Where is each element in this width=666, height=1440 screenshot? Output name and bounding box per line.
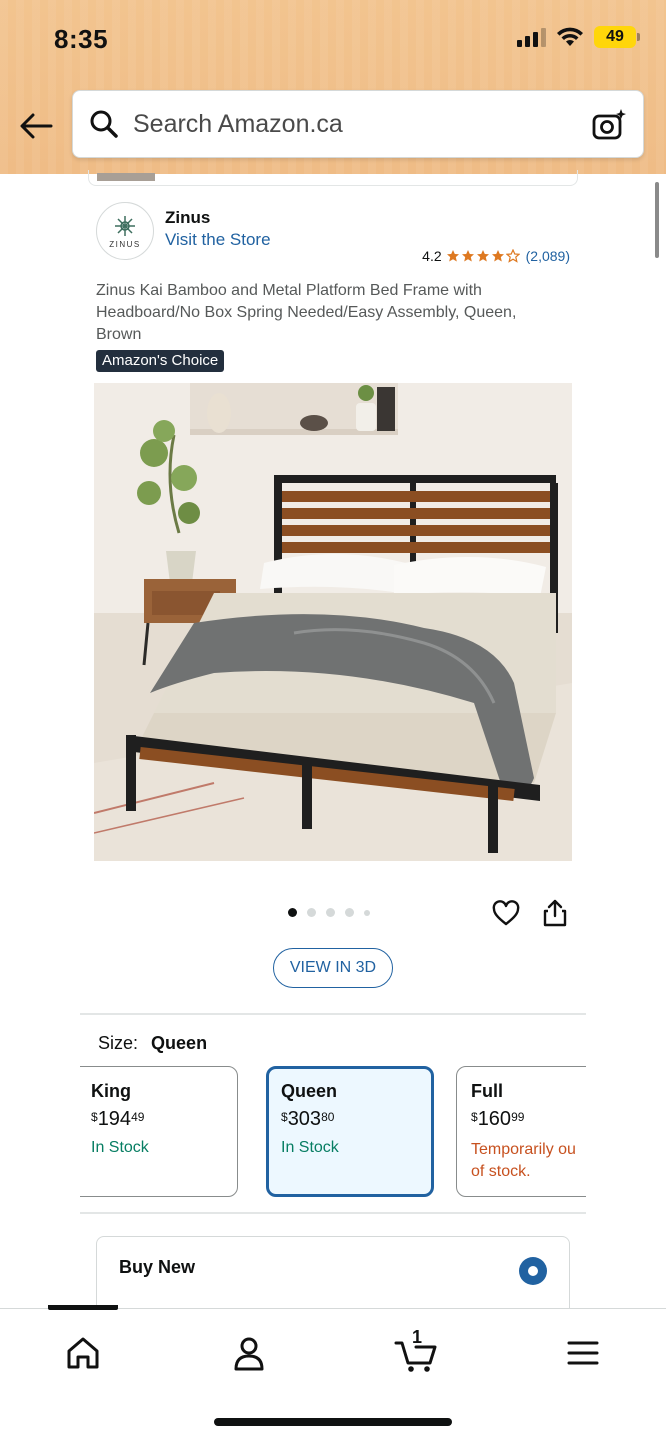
size-option-price: $ 160 99 [471,1108,586,1131]
arrow-left-icon [20,113,53,139]
header: 8:35 49 Search Amazon.ca [0,0,666,174]
home-indicator[interactable] [214,1418,452,1426]
price-cents: 49 [131,1110,145,1124]
stock-status-line: Temporarily ou [471,1141,576,1158]
brand-logo-text: ZINUS [109,240,141,249]
amazons-choice-badge: Amazon's Choice [96,350,225,372]
menu-icon [567,1341,599,1365]
price-dollars: 303 [287,1108,322,1130]
size-option-full[interactable]: Full $ 160 99 Temporarily ou of stock. [456,1066,586,1197]
zinus-logo-icon [115,216,135,236]
currency-symbol: $ [471,1110,478,1124]
visit-store-link[interactable]: Visit the Store [165,230,271,250]
bed-frame-photo [94,383,572,861]
view-in-3d-button[interactable]: VIEW IN 3D [273,948,393,988]
star-full-icon [476,250,489,262]
buy-new-label: Buy New [119,1257,196,1277]
nav-cart[interactable]: 1 [392,1327,442,1375]
currency-symbol: $ [281,1110,288,1124]
size-options: King $ 194 49 In Stock Queen $ 303 80 In… [80,1066,586,1198]
star-full-icon [461,250,474,262]
wifi-icon [557,27,583,46]
heart-icon[interactable] [492,900,520,928]
size-option-name: King [91,1081,131,1101]
pagination-dot[interactable] [364,909,370,916]
search-input[interactable]: Search Amazon.ca [72,90,644,158]
previous-card-image [97,173,155,181]
previous-card [88,170,578,186]
divider [80,1212,586,1214]
product-title: Zinus Kai Bamboo and Metal Platform Bed … [96,282,517,343]
active-tab-indicator [48,1305,118,1310]
stock-status-line: of stock. [471,1163,531,1180]
price-dollars: 194 [97,1108,132,1130]
status-icons: 49 [517,26,640,48]
pagination-dot[interactable] [345,908,354,917]
share-icon[interactable] [542,898,568,928]
camera-search-icon[interactable] [591,107,627,143]
cellular-signal-icon [517,27,546,47]
size-option-name: Queen [281,1081,338,1101]
pagination-dot[interactable] [307,908,316,917]
divider [80,1013,586,1015]
size-selector-header: Size: Queen [98,1033,207,1054]
battery-level: 49 [606,28,624,45]
nav-menu[interactable] [558,1331,608,1375]
size-option-price: $ 194 49 [91,1108,237,1131]
size-selected-value: Queen [151,1033,208,1053]
back-button[interactable] [16,108,56,144]
price-cents: 99 [511,1110,525,1124]
buy-new-radio[interactable] [519,1257,547,1285]
star-full-icon [491,250,504,262]
stock-status: Temporarily ou of stock. [471,1139,586,1183]
search-placeholder: Search Amazon.ca [133,109,343,138]
price-dollars: 160 [477,1108,512,1130]
rating-stars [446,249,520,263]
nav-account[interactable] [224,1331,274,1375]
status-time: 8:35 [54,24,109,54]
battery-icon: 49 [594,26,640,48]
rating-value: 4.2 [422,248,442,264]
size-option-price: $ 303 80 [281,1108,431,1131]
currency-symbol: $ [91,1110,98,1124]
cart-count: 1 [412,1327,423,1347]
brand-name: Zinus [165,208,211,227]
stock-status: In Stock [91,1139,149,1156]
size-label: Size: [98,1033,139,1053]
size-option-queen[interactable]: Queen $ 303 80 In Stock [266,1066,434,1197]
rating-count-link[interactable]: (2,089) [526,248,570,264]
nav-home[interactable] [58,1331,108,1375]
radio-selected-dot [528,1266,538,1276]
pagination-dot[interactable] [326,908,335,917]
rating-summary[interactable]: 4.2 (2,089) [422,248,570,264]
product-image[interactable] [94,383,572,861]
account-icon [234,1337,264,1371]
search-icon [90,110,118,138]
size-option-name: Full [471,1081,503,1101]
star-empty-icon [505,249,520,263]
scrollbar[interactable] [655,182,659,258]
brand-logo[interactable]: ZINUS [96,202,154,260]
pagination-dot[interactable] [288,908,297,917]
price-cents: 80 [321,1110,335,1124]
size-option-king[interactable]: King $ 194 49 In Stock [80,1066,238,1197]
star-full-icon [446,250,459,262]
home-icon [67,1337,99,1369]
stock-status: In Stock [281,1139,339,1156]
image-pagination[interactable] [288,908,370,917]
